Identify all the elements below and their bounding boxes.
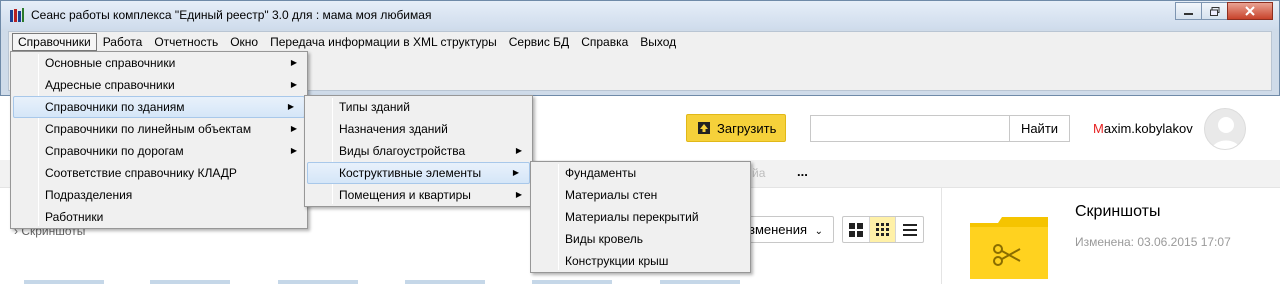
menu-directories[interactable]: Справочники [12, 32, 97, 51]
menu-item-label: Работники [45, 210, 104, 224]
menu-item-label: Виды кровель [565, 232, 644, 246]
menu-item-label: Виды благоустройства [339, 144, 466, 158]
user-name[interactable]: Maxim.kobylakov [1093, 121, 1193, 136]
submenu-arrow-icon: ▶ [290, 58, 297, 67]
window-title: Сеанс работы комплекса "Единый реестр" 3… [31, 8, 432, 22]
menu-exit[interactable]: Выход [634, 33, 682, 51]
restore-button[interactable] [1201, 2, 1228, 20]
menu-db-service[interactable]: Сервис БД [503, 33, 575, 51]
user-silhouette-icon [1211, 117, 1241, 149]
menu-item-label: Материалы стен [565, 188, 658, 202]
menu-item-label: Коструктивные элементы [339, 166, 482, 180]
menu-item-label: Основные справочники [45, 56, 176, 70]
submenu-arrow-icon: ▶ [290, 80, 297, 89]
menu-item-wall-materials[interactable]: Материалы стен [531, 184, 750, 206]
menu-item-basic-directories[interactable]: Основные справочники ▶ [11, 52, 307, 74]
menu-item-label: Подразделения [45, 188, 133, 202]
minimize-button[interactable] [1175, 2, 1202, 20]
menu-item-rooms-apartments[interactable]: Помещения и квартиры ▶ [305, 184, 532, 206]
small-grid-icon [875, 222, 889, 236]
menu-item-building-types[interactable]: Типы зданий [305, 96, 532, 118]
menu-item-improvement-types[interactable]: Виды благоустройства ▶ [305, 140, 532, 162]
menu-item-label: Соответствие справочнику КЛАДР [45, 166, 237, 180]
menu-item-departments[interactable]: Подразделения [11, 184, 307, 206]
list-icon [902, 223, 917, 236]
upload-icon [697, 121, 711, 135]
close-button[interactable] [1227, 2, 1273, 20]
user-name-rest: axim.kobylakov [1103, 121, 1193, 136]
menu-item-roof-structures[interactable]: Конструкции крыш [531, 250, 750, 272]
thumbnail[interactable] [532, 280, 612, 284]
menu-item-label: Адресные справочники [45, 78, 175, 92]
structural-elements-submenu: Фундаменты Материалы стен Материалы пере… [530, 161, 751, 273]
chevron-down-icon: ⌄ [814, 226, 824, 237]
large-grid-icon [848, 222, 863, 237]
menu-item-label: Конструкции крыш [565, 254, 669, 268]
upload-button[interactable]: Загрузить [686, 114, 786, 142]
avatar[interactable] [1204, 108, 1246, 150]
menu-bar: Справочники Работа Отчетность Окно Перед… [8, 31, 1272, 51]
submenu-arrow-icon: ▶ [287, 102, 294, 111]
user-name-initial: M [1093, 121, 1104, 136]
minimize-icon [1184, 12, 1193, 15]
menu-item-label: Справочники по линейным объектам [45, 122, 252, 136]
close-icon [1245, 6, 1255, 16]
menu-xml-transfer[interactable]: Передача информации в XML структуры [264, 33, 503, 51]
menu-work[interactable]: Работа [97, 33, 149, 51]
menu-item-foundations[interactable]: Фундаменты [531, 162, 750, 184]
folder-modified-date: Изменена: 03.06.2015 17:07 [1075, 235, 1231, 249]
view-mode-toggle [842, 216, 924, 243]
submenu-arrow-icon: ▶ [512, 168, 519, 177]
menu-item-employees[interactable]: Работники [11, 206, 307, 228]
menu-item-label: Помещения и квартиры [339, 188, 471, 202]
menu-item-structural-elements[interactable]: Коструктивные элементы ▶ [307, 162, 530, 184]
submenu-arrow-icon: ▶ [290, 146, 297, 155]
thumbnail[interactable] [150, 280, 230, 284]
menu-item-address-directories[interactable]: Адресные справочники ▶ [11, 74, 307, 96]
menu-item-label: Типы зданий [339, 100, 410, 114]
thumbnail[interactable] [405, 280, 485, 284]
large-tiles-view-button[interactable] [843, 217, 870, 242]
menu-help[interactable]: Справка [575, 33, 634, 51]
nav-more-button[interactable]: ... [797, 164, 808, 179]
nav-item-faded[interactable]: йа [752, 166, 765, 180]
menu-item-floor-materials[interactable]: Материалы перекрытий [531, 206, 750, 228]
upload-button-label: Загрузить [717, 120, 777, 136]
buildings-submenu: Типы зданий Назначения зданий Виды благо… [304, 95, 533, 207]
menu-item-label: Фундаменты [565, 166, 637, 180]
menu-item-roads[interactable]: Справочники по дорогам ▶ [11, 140, 307, 162]
menu-item-building-purposes[interactable]: Назначения зданий [305, 118, 532, 140]
title-bar[interactable]: Сеанс работы комплекса "Единый реестр" 3… [1, 1, 1279, 29]
thumbnail[interactable] [660, 280, 740, 284]
small-tiles-view-button[interactable] [869, 217, 897, 242]
thumbnail[interactable] [24, 280, 104, 284]
folder-scissors-icon [970, 217, 1048, 279]
search-input[interactable] [810, 115, 1010, 142]
search-button[interactable]: Найти [1009, 115, 1070, 142]
submenu-arrow-icon: ▶ [515, 146, 522, 155]
directories-dropdown: Основные справочники ▶ Адресные справочни… [10, 51, 308, 229]
thumbnail[interactable] [278, 280, 358, 284]
menu-item-linear-objects[interactable]: Справочники по линейным объектам ▶ [11, 118, 307, 140]
menu-item-label: Справочники по зданиям [45, 100, 185, 114]
sort-dropdown-label: зменения [749, 222, 808, 237]
menu-item-label: Справочники по дорогам [45, 144, 184, 158]
menu-item-kladr-mapping[interactable]: Соответствие справочнику КЛАДР [11, 162, 307, 184]
list-view-button[interactable] [896, 217, 923, 242]
folder-preview[interactable] [970, 217, 1048, 279]
submenu-arrow-icon: ▶ [515, 190, 522, 199]
menu-window[interactable]: Окно [224, 33, 264, 51]
menu-item-label: Назначения зданий [339, 122, 448, 136]
restore-icon [1209, 6, 1219, 16]
submenu-arrow-icon: ▶ [290, 124, 297, 133]
window-controls [1175, 2, 1273, 20]
app-icon [9, 7, 25, 23]
folder-title: Скриншоты [1075, 203, 1161, 220]
menu-item-label: Материалы перекрытий [565, 210, 699, 224]
menu-item-building-directories[interactable]: Справочники по зданиям ▶ [13, 96, 305, 118]
menu-item-roofing-types[interactable]: Виды кровель [531, 228, 750, 250]
menu-reports[interactable]: Отчетность [148, 33, 224, 51]
sort-dropdown[interactable]: зменения ⌄ [744, 216, 834, 243]
panel-divider [941, 188, 942, 284]
